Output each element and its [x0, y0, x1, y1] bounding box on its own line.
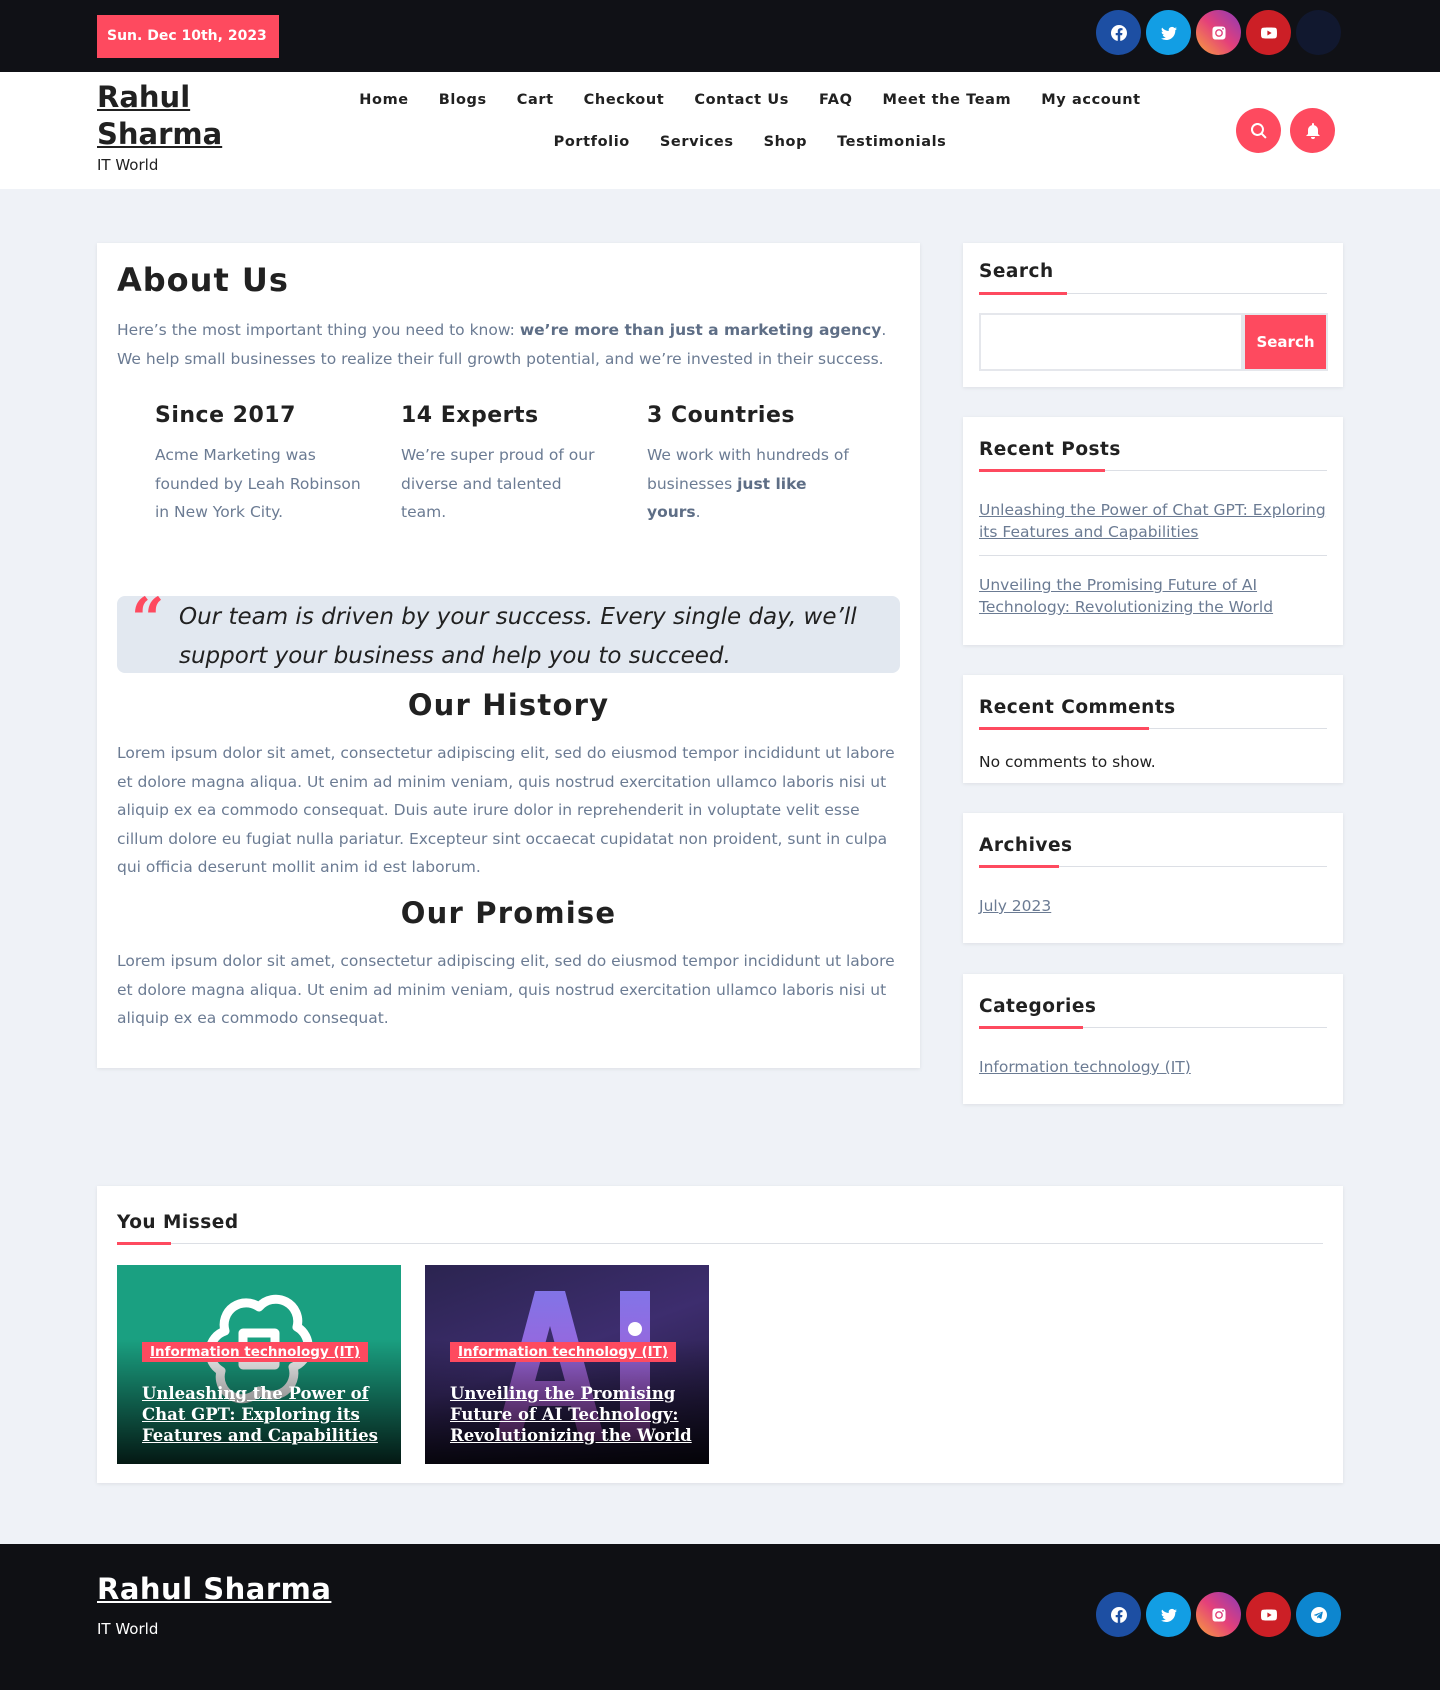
- widget-divider: [979, 865, 1327, 868]
- telegram-icon[interactable]: [1296, 1592, 1341, 1637]
- twitter-icon[interactable]: [1146, 10, 1191, 55]
- recent-post-link[interactable]: Unveiling the Promising Future of AI Tec…: [979, 574, 1329, 618]
- stat-heading: 3 Countries: [647, 403, 795, 428]
- nav-blogs[interactable]: Blogs: [424, 88, 502, 112]
- stat-block: Since 2017 Acme Marketing was founded by…: [155, 403, 365, 527]
- categories-widget: Categories Information technology (IT): [963, 974, 1343, 1104]
- quote-icon: “: [131, 585, 165, 653]
- category-badge[interactable]: Information technology (IT): [142, 1342, 369, 1362]
- stat-heading: 14 Experts: [401, 403, 539, 428]
- promise-heading: Our Promise: [400, 896, 617, 930]
- archive-link[interactable]: July 2023: [979, 895, 1329, 917]
- date-badge: Sun. Dec 10th, 2023: [97, 15, 279, 58]
- nav-testimonials[interactable]: Testimonials: [822, 130, 961, 154]
- search-widget: Search Search: [963, 243, 1343, 387]
- nav-cart[interactable]: Cart: [502, 88, 569, 112]
- post-title-link[interactable]: Unleashing the Power of Chat GPT: Explor…: [142, 1383, 387, 1446]
- category-link[interactable]: Information technology (IT): [979, 1056, 1329, 1078]
- pull-quote: “ Our team is driven by your success. Ev…: [117, 590, 900, 673]
- main-content: About Us Here’s the most important thing…: [97, 243, 920, 1068]
- widget-title: Archives: [979, 835, 1073, 856]
- instagram-icon[interactable]: [1196, 10, 1241, 55]
- nav-portfolio[interactable]: Portfolio: [539, 130, 645, 154]
- widget-divider: [979, 469, 1327, 472]
- stat-text: We’re super proud of our diverse and tal…: [401, 446, 595, 521]
- nav-home[interactable]: Home: [344, 88, 423, 112]
- recent-comments-widget: Recent Comments No comments to show.: [963, 675, 1343, 783]
- footer-site-title-link[interactable]: Rahul Sharma: [97, 1572, 331, 1606]
- nav-services[interactable]: Services: [645, 130, 749, 154]
- widget-divider: [979, 727, 1327, 730]
- widget-title: Categories: [979, 996, 1097, 1017]
- instagram-icon[interactable]: [1196, 1592, 1241, 1637]
- top-bar: Sun. Dec 10th, 2023: [0, 0, 1440, 72]
- recent-posts-widget: Recent Posts Unleashing the Power of Cha…: [963, 417, 1343, 645]
- site-title-link[interactable]: Rahul Sharma: [97, 79, 237, 153]
- section-title: You Missed: [117, 1212, 239, 1233]
- bell-icon: [1305, 122, 1320, 139]
- facebook-icon[interactable]: [1096, 1592, 1141, 1637]
- search-button[interactable]: [1236, 108, 1281, 153]
- stat-text-end: .: [695, 503, 701, 521]
- dark-circle-icon[interactable]: [1296, 10, 1341, 55]
- stat-block: 3 Countries We work with hundreds of bus…: [647, 403, 857, 527]
- stat-text: We work with hundreds of businesses just…: [647, 441, 857, 527]
- stat-heading: Since 2017: [155, 403, 296, 428]
- search-submit-button[interactable]: Search: [1243, 313, 1328, 371]
- main-nav: Home Blogs Cart Checkout Contact Us FAQ …: [300, 88, 1200, 154]
- top-social-links: [1096, 10, 1341, 55]
- stat-block: 14 Experts We’re super proud of our dive…: [401, 403, 611, 527]
- widget-title: Recent Comments: [979, 697, 1176, 718]
- site-footer: Rahul Sharma IT World: [0, 1544, 1440, 1690]
- footer-social-links: [1096, 1592, 1341, 1637]
- notification-button[interactable]: [1290, 108, 1335, 153]
- twitter-icon[interactable]: [1146, 1592, 1191, 1637]
- nav-my-account[interactable]: My account: [1026, 88, 1155, 112]
- facebook-icon[interactable]: [1096, 10, 1141, 55]
- recent-post-link[interactable]: Unleashing the Power of Chat GPT: Explor…: [979, 499, 1329, 543]
- widget-title: Search: [979, 261, 1054, 282]
- page-title: About Us: [117, 261, 289, 299]
- intro-bold: we’re more than just a marketing agency: [519, 321, 882, 339]
- widget-divider: [979, 1026, 1327, 1029]
- search-icon: [1250, 122, 1267, 139]
- post-title-link[interactable]: Unveiling the Promising Future of AI Tec…: [450, 1383, 695, 1446]
- site-header: Rahul Sharma IT World Home Blogs Cart Ch…: [0, 72, 1440, 189]
- history-heading: Our History: [407, 688, 610, 722]
- no-comments-text: No comments to show.: [979, 753, 1156, 771]
- list-divider: [979, 555, 1327, 556]
- intro-paragraph: Here’s the most important thing you need…: [117, 316, 897, 373]
- search-input[interactable]: [979, 313, 1243, 371]
- footer-tagline: IT World: [97, 1620, 159, 1638]
- youtube-icon[interactable]: [1246, 10, 1291, 55]
- stat-text: Acme Marketing was founded by Leah Robin…: [155, 446, 361, 521]
- post-card[interactable]: Information technology (IT) Unleashing t…: [117, 1265, 401, 1464]
- nav-faq[interactable]: FAQ: [804, 88, 868, 112]
- archives-widget: Archives July 2023: [963, 813, 1343, 943]
- promise-text: Lorem ipsum dolor sit amet, consectetur …: [117, 952, 895, 1027]
- youtube-icon[interactable]: [1246, 1592, 1291, 1637]
- section-divider: [117, 1242, 1323, 1245]
- post-card[interactable]: Information technology (IT) Unveiling th…: [425, 1265, 709, 1464]
- quote-text: Our team is driven by your success. Ever…: [179, 604, 857, 669]
- intro-text: Here’s the most important thing you need…: [117, 321, 520, 339]
- you-missed-section: You Missed Information technology (IT) U…: [97, 1186, 1343, 1483]
- nav-contact-us[interactable]: Contact Us: [679, 88, 804, 112]
- widget-title: Recent Posts: [979, 439, 1121, 460]
- nav-meet-the-team[interactable]: Meet the Team: [868, 88, 1027, 112]
- history-text: Lorem ipsum dolor sit amet, consectetur …: [117, 744, 895, 876]
- site-tagline: IT World: [97, 156, 159, 174]
- category-badge[interactable]: Information technology (IT): [450, 1342, 677, 1362]
- nav-checkout[interactable]: Checkout: [569, 88, 680, 112]
- nav-shop[interactable]: Shop: [749, 130, 823, 154]
- widget-divider: [979, 292, 1327, 295]
